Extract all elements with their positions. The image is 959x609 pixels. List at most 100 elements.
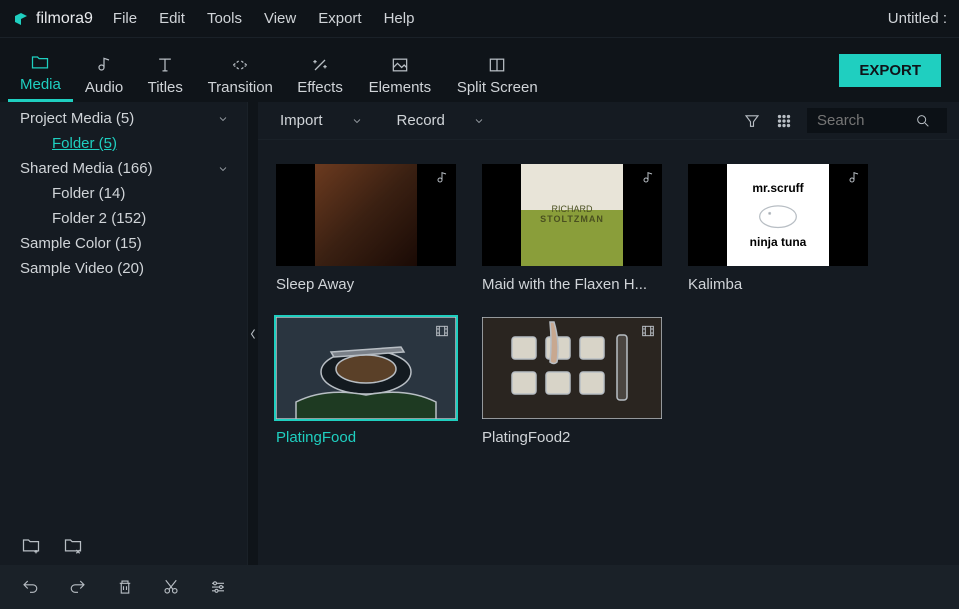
chevron-down-icon <box>473 115 485 127</box>
media-tree: Project Media (5) Folder (5) Shared Medi… <box>0 102 247 525</box>
undo-icon[interactable] <box>20 578 40 596</box>
media-thumb: mr.scruffninja tuna <box>688 164 868 266</box>
media-thumb <box>482 317 662 419</box>
bottombar <box>0 565 959 609</box>
media-item[interactable]: PlatingFood2 <box>482 317 662 446</box>
cut-icon[interactable] <box>162 578 180 596</box>
media-label: PlatingFood <box>276 429 456 446</box>
new-folder-icon[interactable] <box>20 535 42 555</box>
tab-titles-label: Titles <box>148 79 183 96</box>
media-thumb <box>276 164 456 266</box>
tree-label: Sample Video (20) <box>20 260 144 277</box>
tab-elements[interactable]: Elements <box>355 55 445 102</box>
media-item[interactable]: Sleep Away <box>276 164 456 293</box>
transition-icon <box>229 55 251 75</box>
tab-media[interactable]: Media <box>8 52 73 102</box>
tree-label: Sample Color (15) <box>20 235 142 252</box>
delete-folder-icon[interactable] <box>62 535 84 555</box>
thumb-art: RICHARDSTOLTZMAN <box>521 164 623 266</box>
media-thumb <box>276 317 456 419</box>
search-input[interactable] <box>817 112 907 129</box>
media-grid: Sleep Away RICHARDSTOLTZMAN Maid with th… <box>258 140 959 565</box>
grid-icon <box>775 112 793 130</box>
folder-icon <box>29 52 51 72</box>
tree-project-media[interactable]: Project Media (5) <box>0 106 247 131</box>
filter-icon <box>743 112 761 130</box>
tab-media-label: Media <box>20 76 61 93</box>
tab-splitscreen-label: Split Screen <box>457 79 538 96</box>
menu-help[interactable]: Help <box>384 10 415 27</box>
app-logo: filmora9 <box>12 10 93 28</box>
import-label: Import <box>280 112 323 129</box>
filter-button[interactable] <box>743 112 761 130</box>
tab-transition-label: Transition <box>208 79 273 96</box>
menu-edit[interactable]: Edit <box>159 10 185 27</box>
logo-icon <box>12 10 30 28</box>
logo-text: filmora9 <box>36 10 93 28</box>
content-panel: Import Record <box>258 102 959 565</box>
menu-tools[interactable]: Tools <box>207 10 242 27</box>
chevron-down-icon <box>217 163 229 175</box>
filmstrip-icon <box>434 323 450 339</box>
tree-sample-video[interactable]: Sample Video (20) <box>0 256 247 281</box>
wand-icon <box>309 55 331 75</box>
tree-label: Folder (14) <box>52 185 125 202</box>
menu-file[interactable]: File <box>113 10 137 27</box>
sidebar-footer <box>0 525 247 565</box>
music-note-icon <box>93 55 115 75</box>
tab-audio[interactable]: Audio <box>73 55 135 102</box>
music-note-icon <box>846 170 862 186</box>
chevron-left-icon <box>250 328 256 340</box>
tree-sample-color[interactable]: Sample Color (15) <box>0 231 247 256</box>
tree-label: Project Media (5) <box>20 110 134 127</box>
tree-folder-selected[interactable]: Folder (5) <box>0 131 247 156</box>
tab-effects-label: Effects <box>297 79 343 96</box>
main: Project Media (5) Folder (5) Shared Medi… <box>0 102 959 565</box>
media-label: Sleep Away <box>276 276 456 293</box>
tab-splitscreen[interactable]: Split Screen <box>445 55 550 102</box>
tab-elements-label: Elements <box>369 79 432 96</box>
media-label: PlatingFood2 <box>482 429 662 446</box>
search-box[interactable] <box>807 108 947 133</box>
import-dropdown[interactable]: Import <box>270 112 373 129</box>
split-icon <box>486 55 508 75</box>
tree-folder-2[interactable]: Folder 2 (152) <box>0 206 247 231</box>
tree-folder-14[interactable]: Folder (14) <box>0 181 247 206</box>
search-icon <box>915 113 931 129</box>
thumb-art: mr.scruffninja tuna <box>727 164 829 266</box>
media-thumb: RICHARDSTOLTZMAN <box>482 164 662 266</box>
media-label: Maid with the Flaxen H... <box>482 276 662 293</box>
media-item[interactable]: mr.scruffninja tuna Kalimba <box>688 164 868 293</box>
collapse-handle[interactable] <box>248 102 258 565</box>
music-note-icon <box>434 170 450 186</box>
redo-icon[interactable] <box>68 578 88 596</box>
media-label: Kalimba <box>688 276 868 293</box>
music-note-icon <box>640 170 656 186</box>
adjust-icon[interactable] <box>208 578 228 596</box>
trash-icon[interactable] <box>116 578 134 596</box>
record-label: Record <box>397 112 445 129</box>
tree-shared-media[interactable]: Shared Media (166) <box>0 156 247 181</box>
tab-audio-label: Audio <box>85 79 123 96</box>
filmstrip-icon <box>640 323 656 339</box>
tab-titles[interactable]: Titles <box>135 55 195 102</box>
menu-export[interactable]: Export <box>318 10 361 27</box>
thumb-art <box>315 164 417 266</box>
record-dropdown[interactable]: Record <box>387 112 495 129</box>
image-icon <box>389 55 411 75</box>
tree-label: Folder 2 (152) <box>52 210 146 227</box>
toolbar: Media Audio Titles Transition Effects El… <box>0 38 959 102</box>
grid-view-button[interactable] <box>775 112 793 130</box>
tree-label: Folder (5) <box>52 135 117 152</box>
tree-label: Shared Media (166) <box>20 160 153 177</box>
export-button[interactable]: EXPORT <box>839 54 941 87</box>
content-toolbar: Import Record <box>258 102 959 140</box>
sidebar: Project Media (5) Folder (5) Shared Medi… <box>0 102 248 565</box>
media-item-selected[interactable]: PlatingFood <box>276 317 456 446</box>
tab-transition[interactable]: Transition <box>195 55 285 102</box>
chevron-down-icon <box>351 115 363 127</box>
menu-view[interactable]: View <box>264 10 296 27</box>
tab-effects[interactable]: Effects <box>285 55 355 102</box>
text-icon <box>154 55 176 75</box>
media-item[interactable]: RICHARDSTOLTZMAN Maid with the Flaxen H.… <box>482 164 662 293</box>
